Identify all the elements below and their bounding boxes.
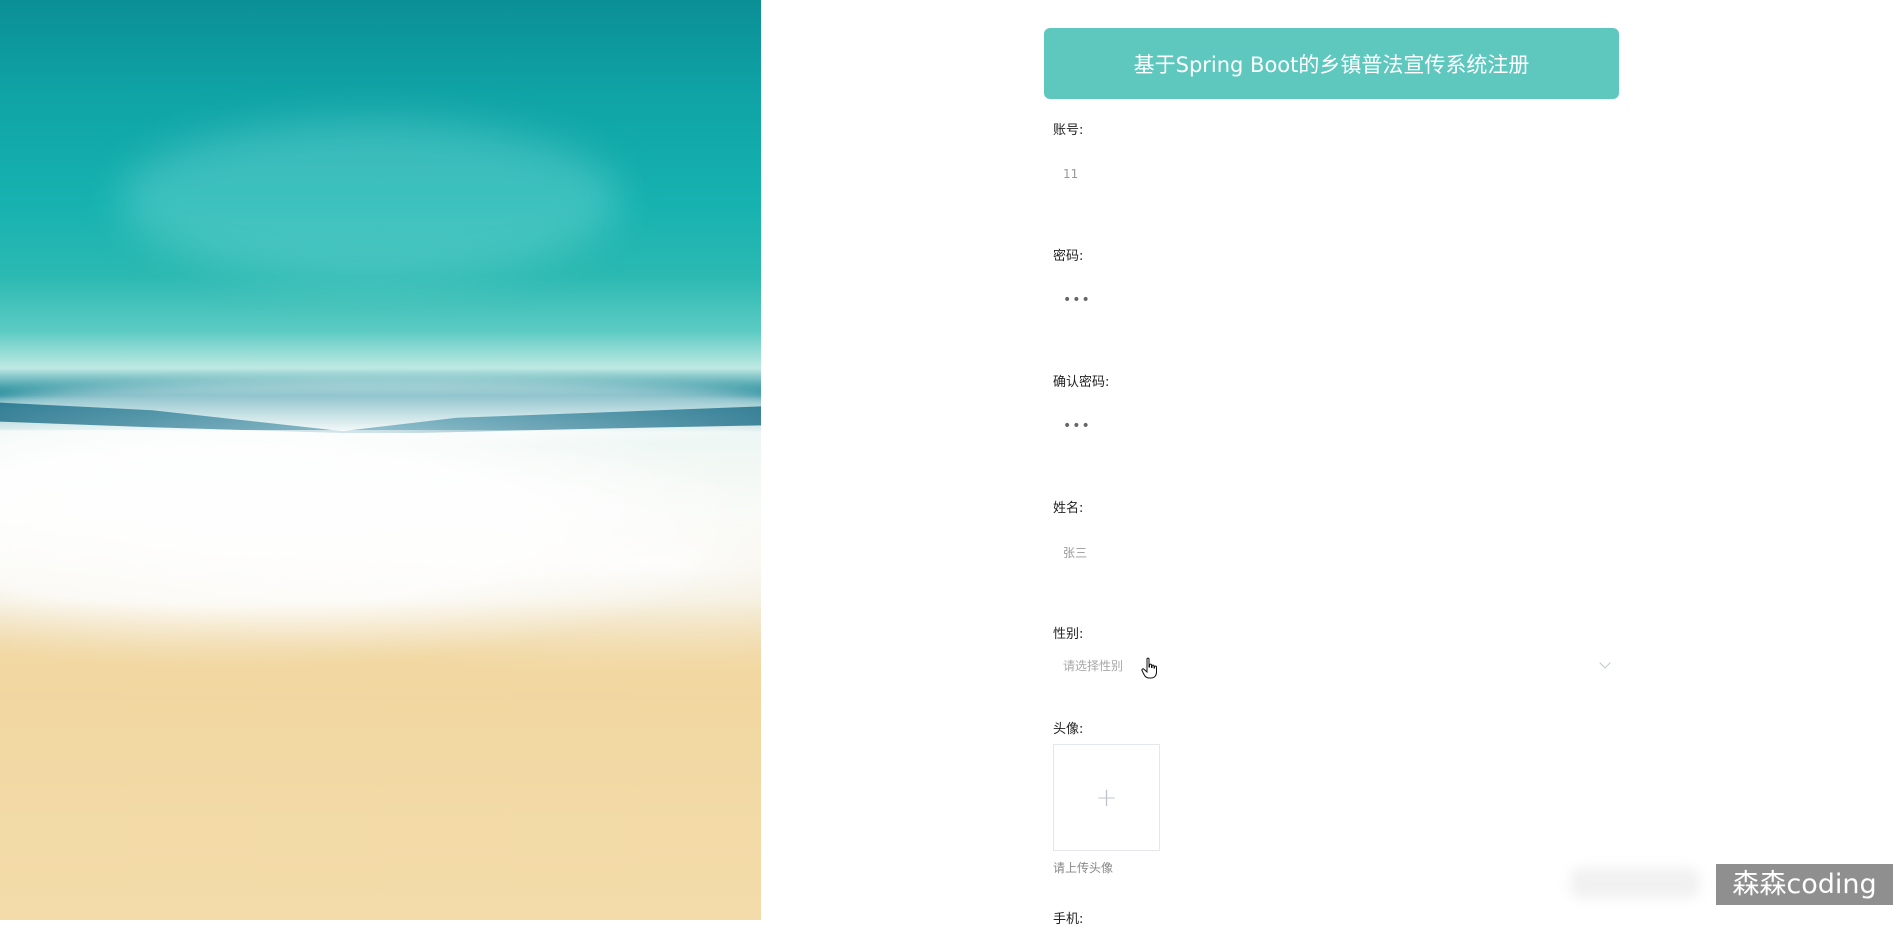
phone-label: 手机:: [1053, 912, 1084, 927]
phone-field: 手机:: [1053, 910, 1619, 930]
sand-area: [0, 600, 761, 920]
register-panel: 基于Spring Boot的乡镇普法宣传系统注册 账号: 密码: 确认密码: 姓…: [1044, 28, 1619, 930]
confirm-password-field: 确认密码:: [1053, 373, 1619, 444]
gender-select[interactable]: 请选择性别: [1053, 647, 1619, 683]
avatar-upload-button[interactable]: +: [1053, 744, 1160, 851]
name-field: 姓名:: [1053, 499, 1619, 570]
page-title: 基于Spring Boot的乡镇普法宣传系统注册: [1044, 28, 1619, 99]
water-highlight: [120, 120, 620, 280]
account-field: 账号:: [1053, 121, 1619, 192]
chevron-down-icon: [1599, 657, 1611, 669]
confirm-password-label: 确认密码:: [1053, 375, 1110, 390]
gender-placeholder: 请选择性别: [1063, 658, 1124, 673]
gender-field: 性别: 请选择性别: [1053, 625, 1619, 683]
account-input[interactable]: [1053, 156, 1619, 192]
name-input[interactable]: [1053, 534, 1619, 570]
password-input[interactable]: [1053, 282, 1619, 318]
avatar-field: 头像: + 请上传头像: [1053, 720, 1619, 876]
gender-label: 性别:: [1053, 627, 1084, 642]
avatar-upload-tip: 请上传头像: [1053, 861, 1114, 875]
avatar-label: 头像:: [1053, 722, 1084, 737]
background-beach-image: [0, 0, 761, 920]
account-label: 账号:: [1053, 123, 1084, 138]
watermark: 森森coding: [1716, 864, 1893, 905]
register-form: 账号: 密码: 确认密码: 姓名: 性别: 请选择性别: [1044, 121, 1619, 930]
password-field: 密码:: [1053, 247, 1619, 318]
name-label: 姓名:: [1053, 501, 1084, 516]
password-label: 密码:: [1053, 249, 1084, 264]
plus-icon: +: [1095, 782, 1118, 813]
hand-pointer-icon: [1141, 657, 1157, 679]
confirm-password-input[interactable]: [1053, 408, 1619, 444]
blurred-overlay: [1570, 868, 1700, 898]
